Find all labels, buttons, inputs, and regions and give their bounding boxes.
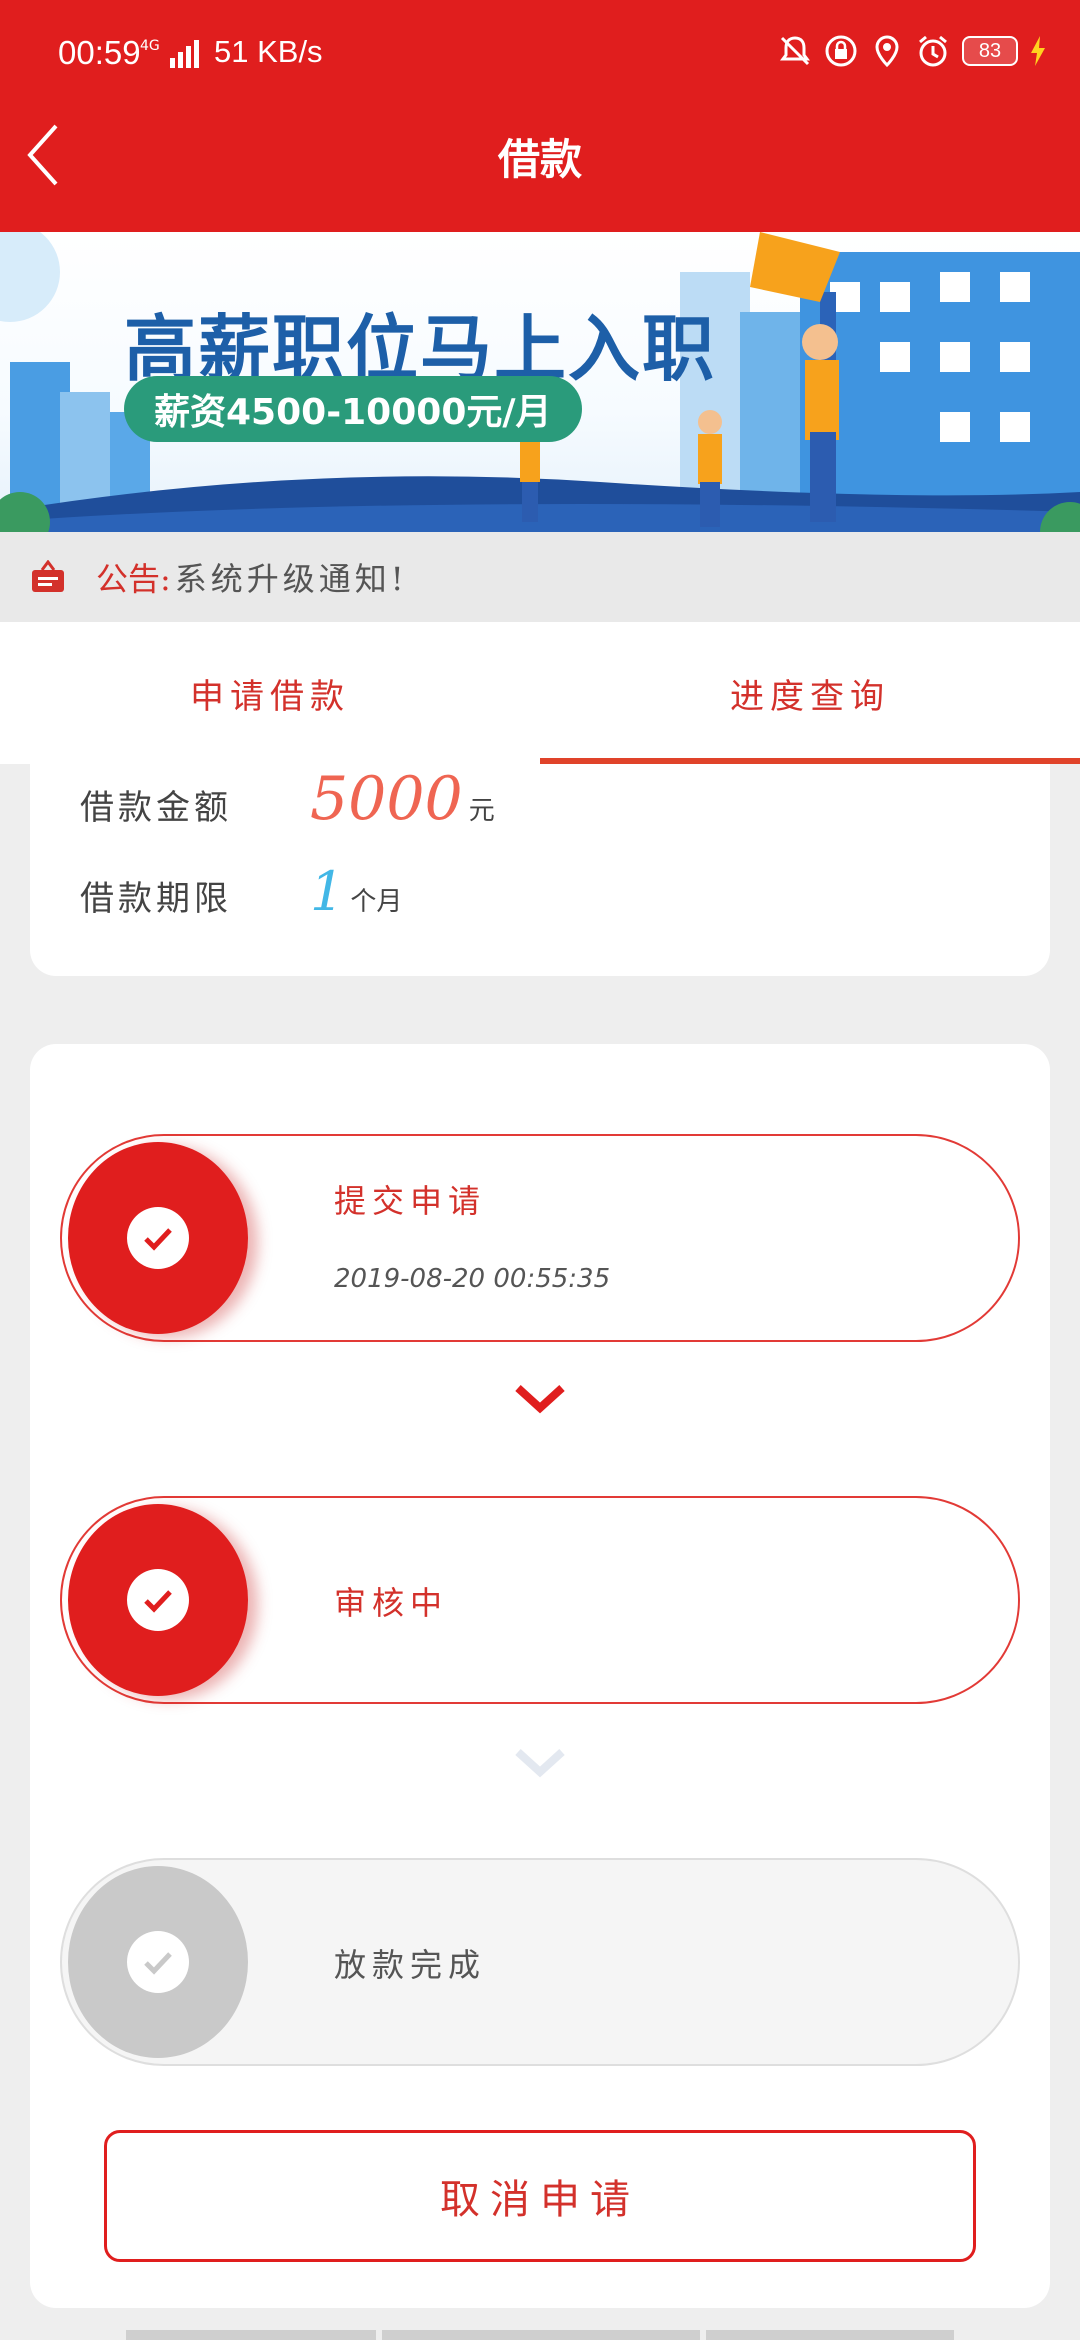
lock-rotation-icon (825, 35, 857, 67)
progress-card: 提交申请 2019-08-20 00:55:35 审核中 放款完成 取消申请 (30, 1044, 1050, 2308)
loan-amount-unit: 元 (468, 796, 495, 826)
tab-bar: 申请借款 进度查询 (0, 622, 1080, 764)
step-under-review: 审核中 (60, 1496, 1020, 1704)
step-disbursement-complete: 放款完成 (60, 1858, 1020, 2066)
charging-icon (1031, 36, 1045, 66)
signal-icon (170, 40, 199, 68)
loan-amount-row: 借款金额 5000 元 (80, 764, 495, 834)
app-header: 00:59 4G 51 KB/s 83 借款 (0, 0, 1080, 232)
step-status-circle (68, 1504, 248, 1696)
step-submit-application: 提交申请 2019-08-20 00:55:35 (60, 1134, 1020, 1342)
alarm-icon (919, 35, 947, 67)
check-icon (127, 1207, 189, 1269)
status-time: 00:59 (58, 34, 141, 71)
tab-progress-query[interactable]: 进度查询 (540, 622, 1080, 764)
status-icons: 83 (778, 34, 1046, 68)
loan-info-card: 借款金额 5000 元 借款期限 1 个月 (30, 764, 1050, 976)
notice-bar[interactable]: 公告: 系统升级通知! (0, 532, 1080, 622)
promo-banner[interactable]: 高薪职位马上入职 薪资4500-10000元/月 (0, 232, 1080, 532)
battery-icon: 83 (962, 36, 1018, 66)
notice-text: 系统升级通知! (174, 560, 408, 598)
network-speed: 51 KB/s (214, 34, 323, 69)
chevron-down-icon (515, 1749, 565, 1778)
banner-salary: 薪资4500-10000元/月 (124, 376, 582, 442)
loan-term-unit: 个月 (350, 887, 403, 917)
tab-apply-loan[interactable]: 申请借款 (0, 622, 540, 764)
step-title: 提交申请 (334, 1182, 487, 1220)
loan-term-row: 借款期限 1 个月 (80, 860, 402, 923)
step-title: 放款完成 (334, 1946, 487, 1984)
step-status-circle (68, 1866, 248, 2058)
location-icon (875, 35, 899, 68)
loan-term-label: 借款期限 (80, 879, 232, 919)
notice-board-icon (32, 560, 64, 592)
loan-amount-label: 借款金额 (80, 788, 232, 828)
check-icon (127, 1931, 189, 1993)
step-status-circle (68, 1142, 248, 1334)
status-bar: 00:59 4G 51 KB/s 83 (0, 0, 1080, 110)
step-title: 审核中 (334, 1584, 449, 1622)
cancel-application-button[interactable]: 取消申请 (104, 2130, 976, 2262)
chevron-down-icon (515, 1385, 565, 1414)
loan-term-value: 1 (310, 860, 345, 923)
step-time: 2019-08-20 00:55:35 (334, 1264, 611, 1294)
loan-amount-value: 5000 (310, 764, 463, 834)
mute-bell-icon (780, 36, 810, 66)
page-title: 借款 (497, 135, 582, 184)
network-type: 4G (140, 38, 160, 54)
check-icon (127, 1569, 189, 1631)
notice-label: 公告: (96, 560, 171, 598)
bottom-scroll-hint (0, 2330, 1080, 2340)
